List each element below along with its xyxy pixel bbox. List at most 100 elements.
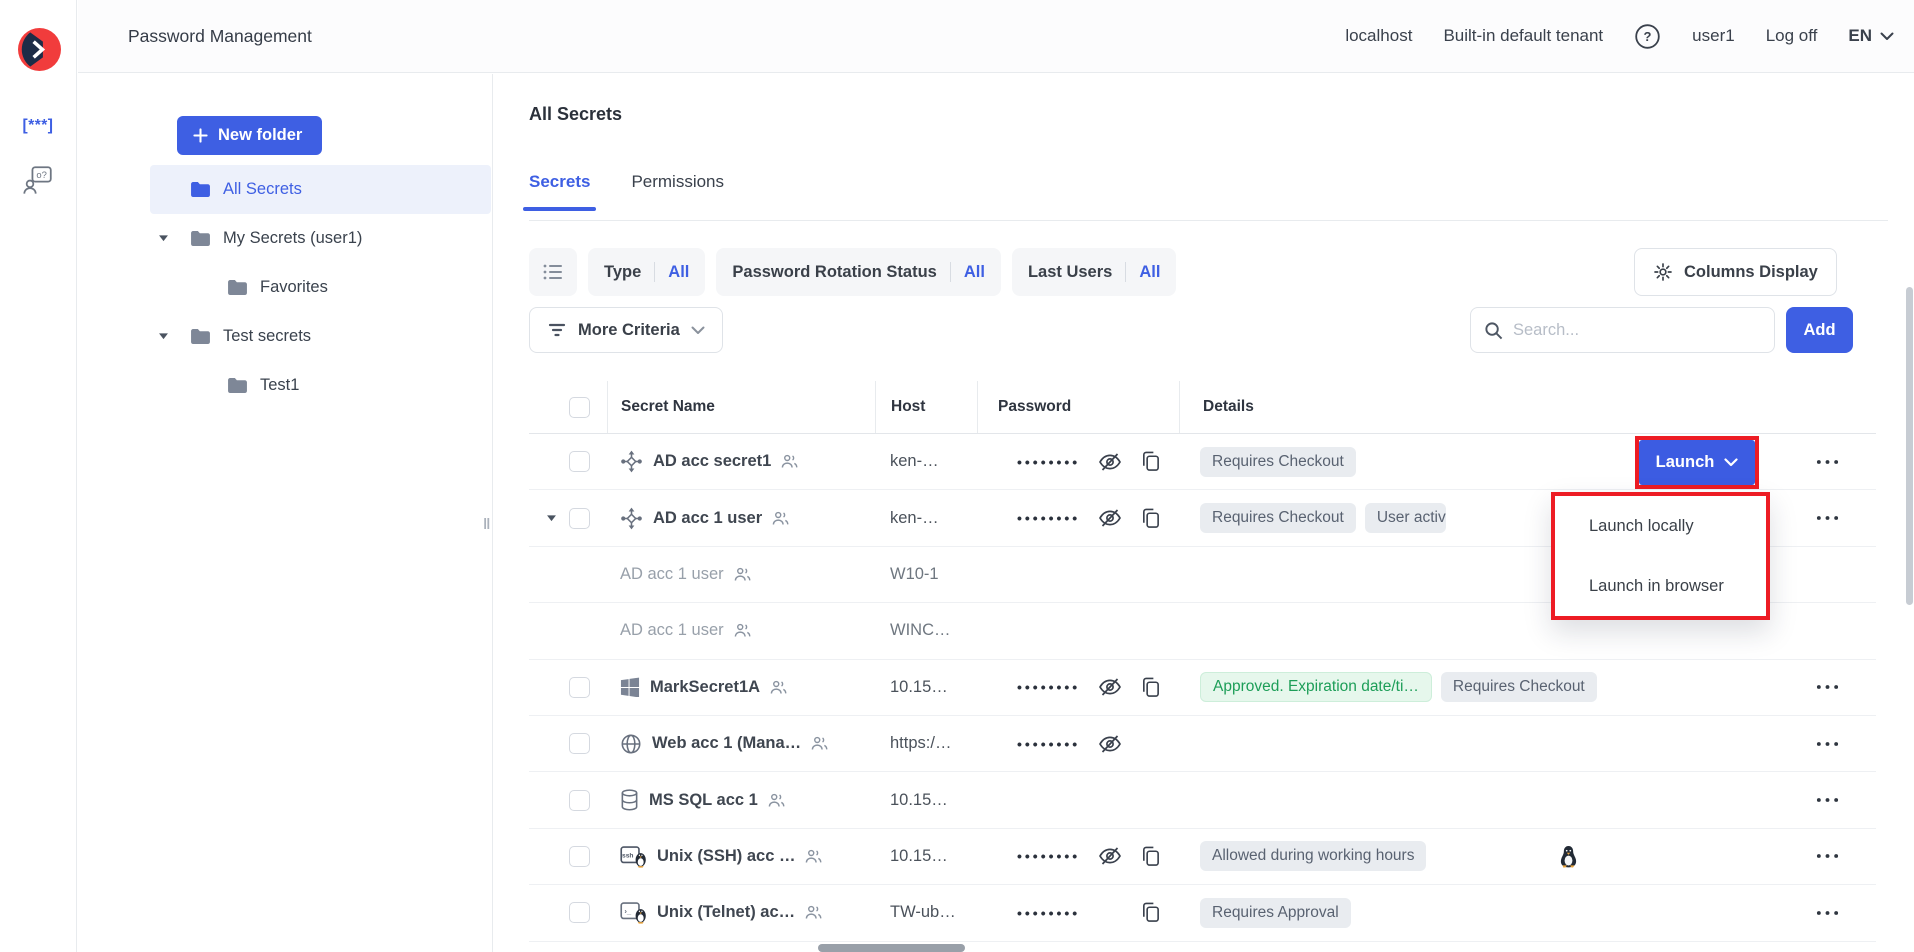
row-more-actions-button[interactable] [1813,734,1842,754]
select-all-checkbox[interactable] [569,397,590,418]
filter-password-rotation-status[interactable]: Password Rotation StatusAll [716,248,1001,296]
search-input[interactable] [1513,321,1761,340]
horizontal-scrollbar-thumb[interactable] [818,944,965,952]
svg-text:o?: o? [36,170,47,181]
secret-name[interactable]: MarkSecret1A [650,678,760,697]
caret-down-icon[interactable] [546,514,557,522]
password-mask: •••••••• [1017,905,1098,921]
row-checkbox[interactable] [569,902,590,923]
filter-last-users[interactable]: Last UsersAll [1012,248,1176,296]
row-checkbox[interactable] [569,846,590,867]
password-mask: •••••••• [1017,848,1098,864]
reveal-password-button[interactable] [1098,732,1122,756]
secret-name[interactable]: AD acc secret1 [653,452,771,471]
sidebar-folder-favorites[interactable]: Favorites [150,263,491,312]
reveal-password-button[interactable] [1098,506,1122,530]
secret-name[interactable]: Web acc 1 (Mana… [652,734,801,753]
column-header-host: Host [875,381,977,433]
folder-icon [227,279,248,296]
host-value: 10.15… [875,847,977,866]
caret-down-icon[interactable] [158,234,169,242]
eye-off-icon[interactable] [1098,732,1122,756]
people-icon [805,849,822,864]
sidebar-folder-test1[interactable]: Test1 [150,361,491,410]
rail-discovery-icon[interactable]: o? [0,165,76,195]
row-checkbox[interactable] [569,451,590,472]
row-more-actions-button[interactable] [1813,452,1842,472]
copy-password-button[interactable] [1140,450,1161,473]
search-icon [1484,321,1503,340]
secret-name[interactable]: Unix (Telnet) ac… [657,903,795,922]
row-expand-caret[interactable] [546,514,557,522]
sidebar-folder-all-secrets[interactable]: All Secrets [150,165,491,214]
filter-type[interactable]: TypeAll [588,248,705,296]
copy-icon[interactable] [1140,507,1161,530]
row-more-actions-button[interactable] [1813,903,1842,923]
launch-button[interactable]: Launch [1639,440,1755,485]
row-checkbox[interactable] [569,790,590,811]
row-checkbox[interactable] [569,508,590,529]
sidebar-folder-test-secrets[interactable]: Test secrets [150,312,491,361]
host-value: ken-… [875,452,977,471]
people-icon [772,511,789,526]
help-button[interactable]: ? [1634,23,1661,50]
secret-name[interactable]: AD acc 1 user [653,509,762,528]
row-more-actions-button[interactable] [1813,790,1842,810]
caret-down-icon[interactable] [158,332,169,340]
reveal-password-button[interactable] [1098,675,1122,699]
copy-icon[interactable] [1140,901,1161,924]
columns-display-button[interactable]: Columns Display [1634,248,1837,296]
table-header: Secret Name Host Password Details [529,381,1876,434]
copy-icon[interactable] [1140,845,1161,868]
host-value: 10.15… [875,678,977,697]
more-actions-icon [1815,909,1840,917]
eye-off-icon[interactable] [1098,844,1122,868]
reveal-password-button[interactable] [1098,450,1122,474]
row-more-actions-button[interactable] [1813,508,1842,528]
menu-item-launch-locally[interactable]: Launch locally [1555,496,1766,556]
people-icon [770,680,787,695]
folder-icon [190,230,211,247]
list-view-icon [542,263,564,281]
tab-bar: Secrets Permissions [529,172,724,192]
secret-name[interactable]: MS SQL acc 1 [649,791,758,810]
current-user[interactable]: user1 [1692,26,1735,46]
sidebar-resize-handle[interactable]: ‖ [483,516,493,538]
host-value: W10-1 [875,565,977,584]
sidebar-folder-my-secrets-user1[interactable]: My Secrets (user1) [150,214,491,263]
ad-secret-icon [620,450,643,473]
row-checkbox[interactable] [569,733,590,754]
copy-password-button[interactable] [1140,507,1161,530]
row-more-actions-button[interactable] [1813,677,1842,697]
table-row: MarkSecret1A10.15…••••••••Approved. Expi… [529,660,1876,716]
table-row: ›_Unix (Telnet) ac…TW-ub…••••••••Require… [529,885,1876,941]
tab-permissions[interactable]: Permissions [631,172,724,192]
more-criteria-button[interactable]: More Criteria [529,307,723,353]
reveal-password-button[interactable] [1098,844,1122,868]
secret-name[interactable]: Unix (SSH) acc … [657,847,795,866]
eye-off-icon[interactable] [1098,450,1122,474]
eye-off-icon[interactable] [1098,506,1122,530]
row-more-actions-button[interactable] [1813,846,1842,866]
rail-passwords-icon[interactable]: [***] [0,117,76,135]
copy-password-button[interactable] [1140,676,1161,699]
logoff-button[interactable]: Log off [1766,26,1818,46]
menu-item-launch-in-browser[interactable]: Launch in browser [1555,556,1766,616]
list-view-button[interactable] [529,248,577,296]
divider [950,262,951,282]
copy-password-button[interactable] [1140,901,1161,924]
copy-icon[interactable] [1140,676,1161,699]
add-secret-button[interactable]: Add [1786,307,1853,353]
tab-secrets[interactable]: Secrets [529,172,590,192]
vertical-scrollbar-thumb[interactable] [1906,287,1913,605]
copy-icon[interactable] [1140,450,1161,473]
eye-off-icon[interactable] [1098,675,1122,699]
tab-divider [529,220,1888,221]
more-actions-icon [1815,796,1840,804]
copy-password-button[interactable] [1140,845,1161,868]
new-folder-button[interactable]: New folder [177,116,322,155]
plus-icon [193,128,208,143]
people-icon [805,905,822,920]
row-checkbox[interactable] [569,677,590,698]
language-selector[interactable]: EN [1848,26,1894,46]
